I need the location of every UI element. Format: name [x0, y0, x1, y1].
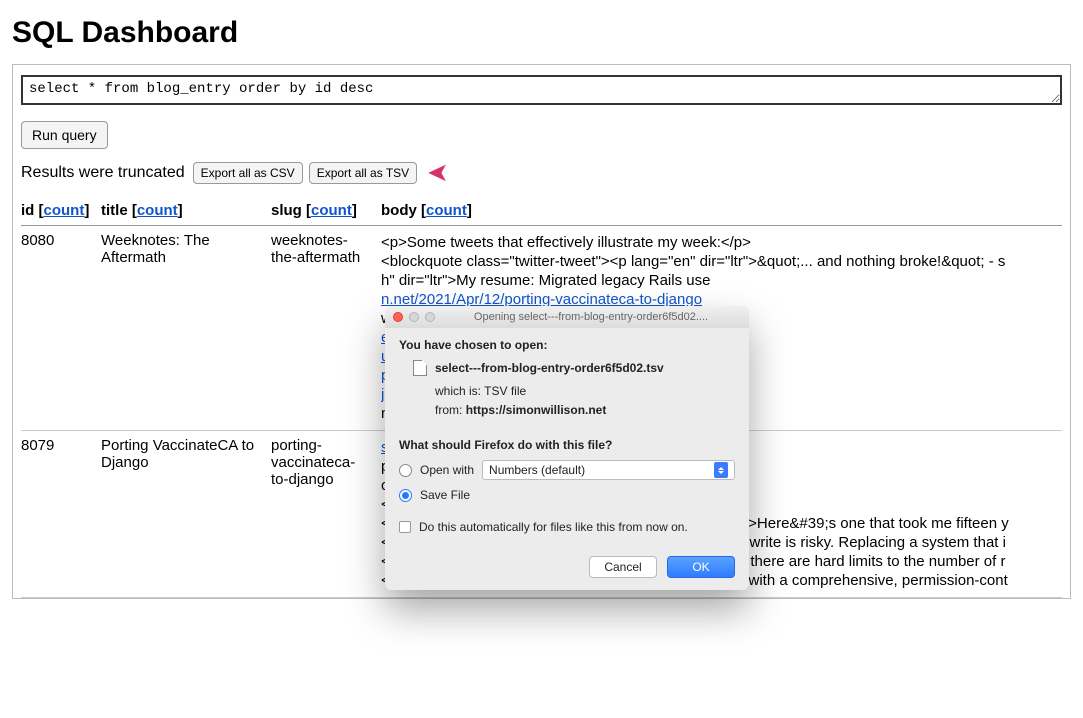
run-query-button[interactable]: Run query — [21, 121, 108, 149]
chosen-label: You have chosen to open: — [399, 338, 547, 352]
open-with-app: Numbers (default) — [489, 463, 585, 477]
save-file-radio[interactable] — [399, 489, 412, 502]
cell-title: Weeknotes: The Aftermath — [101, 226, 271, 431]
auto-checkbox[interactable] — [399, 521, 411, 533]
count-link-title[interactable]: count — [137, 202, 178, 219]
chevron-updown-icon — [714, 462, 728, 478]
cell-slug: porting-vaccinateca-to-django — [271, 431, 381, 598]
open-with-radio[interactable] — [399, 464, 412, 477]
save-file-label: Save File — [420, 488, 470, 502]
col-header-body: body [count] — [381, 196, 1062, 226]
count-link-body[interactable]: count — [426, 202, 467, 219]
export-csv-button[interactable]: Export all as CSV — [193, 162, 303, 184]
auto-label: Do this automatically for files like thi… — [419, 520, 688, 534]
col-header-id: id [count] — [21, 196, 101, 226]
close-icon[interactable] — [393, 312, 403, 322]
download-dialog: Opening select---from-blog-entry-order6f… — [385, 306, 749, 590]
col-header-title: title [count] — [101, 196, 271, 226]
pointer-arrow-icon: ➤ — [427, 157, 449, 188]
minimize-icon — [409, 312, 419, 322]
which-is-label: which is: — [435, 384, 481, 398]
col-header-slug: slug [count] — [271, 196, 381, 226]
cancel-button[interactable]: Cancel — [589, 556, 657, 578]
dialog-filename: select---from-blog-entry-order6f5d02.tsv — [435, 361, 664, 375]
dialog-question: What should Firefox do with this file? — [399, 438, 735, 452]
maximize-icon — [425, 312, 435, 322]
sql-input[interactable] — [21, 75, 1062, 105]
cell-slug: weeknotes-the-aftermath — [271, 226, 381, 431]
ok-button[interactable]: OK — [667, 556, 735, 578]
open-with-label: Open with — [420, 463, 474, 477]
count-link-id[interactable]: count — [44, 202, 85, 219]
dashboard-panel: Run query Results were truncated Export … — [12, 64, 1071, 599]
dialog-titlebar: Opening select---from-blog-entry-order6f… — [385, 306, 749, 328]
count-link-slug[interactable]: count — [311, 202, 352, 219]
from-value: https://simonwillison.net — [466, 403, 607, 417]
cell-id: 8080 — [21, 226, 101, 431]
from-label: from: — [435, 403, 462, 417]
cell-title: Porting VaccinateCA to Django — [101, 431, 271, 598]
which-is-value: TSV file — [484, 384, 526, 398]
open-with-select[interactable]: Numbers (default) — [482, 460, 735, 480]
dialog-title: Opening select---from-blog-entry-order6f… — [441, 311, 741, 323]
page-title: SQL Dashboard — [12, 16, 1071, 50]
file-icon — [413, 360, 427, 376]
results-truncated-label: Results were truncated — [21, 164, 185, 182]
export-tsv-button[interactable]: Export all as TSV — [309, 162, 417, 184]
cell-id: 8079 — [21, 431, 101, 598]
